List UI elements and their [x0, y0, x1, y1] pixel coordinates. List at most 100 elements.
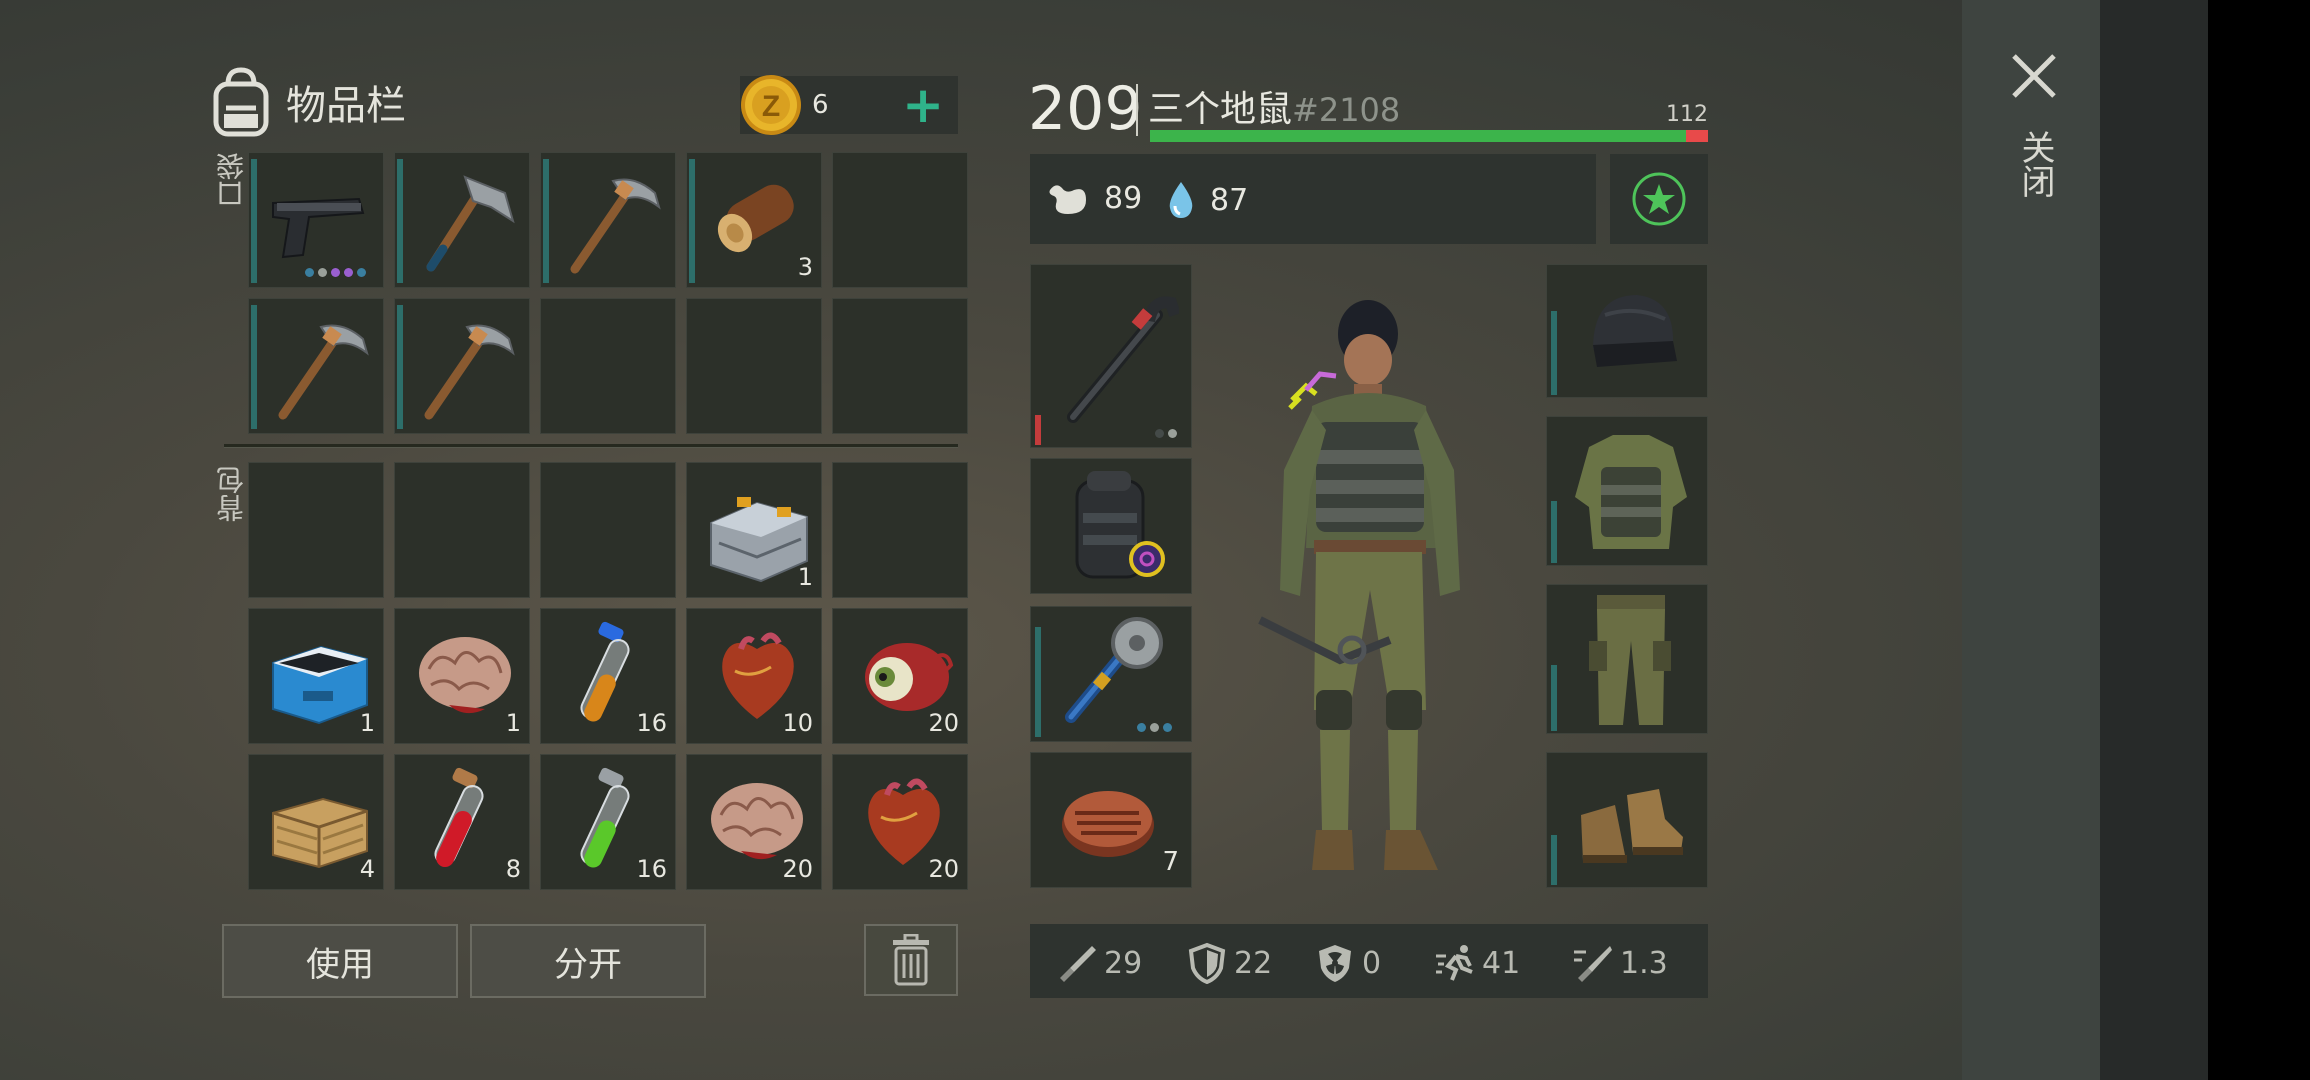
delete-button[interactable]: [864, 924, 958, 996]
inventory-slot[interactable]: 10: [686, 608, 822, 744]
inventory-title: 物品栏: [286, 83, 406, 129]
trash-icon: [893, 934, 929, 986]
item-quantity: 1: [359, 709, 375, 737]
attack-speed-stat: 1.3: [1572, 942, 1668, 984]
log-icon: [717, 184, 794, 253]
character-name-text: 三个地鼠: [1148, 89, 1293, 130]
backpack-label: 背包: [215, 466, 248, 522]
inventory-slot[interactable]: 1: [686, 462, 822, 598]
durability-bar: [1551, 311, 1557, 395]
water-drop-icon: [1169, 182, 1193, 218]
inventory-slot[interactable]: 1: [248, 608, 384, 744]
side-panel-dark: [2100, 0, 2208, 1080]
radiation-shield-icon: [1319, 945, 1351, 982]
health-bar-fill: [1150, 130, 1686, 142]
coin-counter: Z 6 +: [740, 75, 958, 135]
inventory-slot[interactable]: [248, 298, 384, 434]
crate-icon: [272, 797, 368, 869]
character-id: #2108: [1292, 91, 1401, 129]
food-slot[interactable]: 7: [1030, 752, 1192, 888]
inventory-slot[interactable]: 3: [686, 152, 822, 288]
body-slot[interactable]: [1546, 416, 1708, 566]
item-quantity: 20: [928, 709, 959, 737]
inventory-header: 物品栏: [210, 62, 406, 142]
hunger-status: 89: [1046, 180, 1142, 216]
red-vial-icon: [434, 767, 484, 868]
steak-icon: [1062, 791, 1154, 857]
use-button[interactable]: 使用: [222, 924, 458, 998]
defense-value: 22: [1234, 945, 1273, 981]
empty-inventory-slot[interactable]: [832, 462, 968, 598]
item-quantity: 1: [505, 709, 521, 737]
head-slot[interactable]: [1546, 264, 1708, 398]
item-quantity: 7: [1162, 847, 1179, 877]
durability-bar: [1551, 665, 1557, 731]
radiation-value: 0: [1362, 945, 1382, 981]
health-value: 112: [1666, 102, 1708, 127]
attack-value: 29: [1104, 945, 1143, 981]
feet-slot[interactable]: [1546, 752, 1708, 888]
inventory-slot[interactable]: 20: [686, 754, 822, 890]
close-icon[interactable]: [2008, 50, 2060, 102]
inventory-slot[interactable]: 8: [394, 754, 530, 890]
health-bar: [1150, 130, 1708, 142]
item-quantity: 10: [782, 709, 813, 737]
durability-bar: [1551, 835, 1557, 885]
item-quantity: 1: [797, 563, 813, 591]
hunger-value: 89: [1104, 180, 1143, 216]
inventory-slot[interactable]: [394, 298, 530, 434]
empty-inventory-slot[interactable]: [540, 462, 676, 598]
level-separator: [1136, 84, 1138, 136]
pants-icon: [1589, 595, 1671, 725]
inventory-slot[interactable]: [248, 152, 384, 288]
inventory-slot[interactable]: 16: [540, 754, 676, 890]
star-badge-icon: [1632, 172, 1686, 226]
item-quantity: 3: [797, 253, 813, 281]
item-quantity: 8: [505, 855, 521, 883]
legs-slot[interactable]: [1546, 584, 1708, 734]
inventory-slot[interactable]: 20: [832, 754, 968, 890]
brain-icon: [419, 637, 511, 714]
pickaxe-icon: [570, 178, 661, 274]
swift-knife-icon: [1574, 946, 1612, 982]
inventory-slot[interactable]: 16: [540, 608, 676, 744]
speed-stat: 41: [1434, 942, 1520, 984]
cooler-icon: [272, 645, 368, 725]
inventory-slot[interactable]: 20: [832, 608, 968, 744]
empty-inventory-slot[interactable]: [832, 152, 968, 288]
upgrade-dots: [1137, 723, 1172, 732]
attack-stat: 29: [1056, 942, 1142, 984]
melee-weapon-slot[interactable]: [1030, 606, 1192, 742]
empty-inventory-slot[interactable]: [540, 298, 676, 434]
split-button[interactable]: 分开: [470, 924, 706, 998]
empty-inventory-slot[interactable]: [394, 462, 530, 598]
knife-icon: [1060, 946, 1096, 982]
inventory-slot[interactable]: 1: [394, 608, 530, 744]
empty-inventory-slot[interactable]: [248, 462, 384, 598]
item-quantity: 16: [636, 709, 667, 737]
empty-inventory-slot[interactable]: [686, 298, 822, 434]
boots-icon: [1581, 789, 1683, 863]
item-quantity: 4: [359, 855, 375, 883]
stomach-icon: [1049, 185, 1086, 214]
pickaxe-icon: [424, 324, 515, 420]
thirst-status: 87: [1166, 180, 1248, 220]
weapon-slot-primary[interactable]: [1030, 264, 1192, 448]
favorite-button[interactable]: [1610, 154, 1708, 244]
backpack-slot[interactable]: [1030, 458, 1192, 594]
speed-value: 41: [1482, 945, 1521, 981]
empty-inventory-slot[interactable]: [832, 298, 968, 434]
durability-bar: [1035, 627, 1041, 737]
close-label[interactable]: 关闭: [2010, 130, 2060, 198]
beanie-icon: [1593, 295, 1677, 367]
inventory-slot[interactable]: 4: [248, 754, 384, 890]
axe-icon: [426, 175, 515, 272]
inventory-slot[interactable]: [540, 152, 676, 288]
character-model[interactable]: [1250, 290, 1500, 880]
saw-mace-icon: [1065, 617, 1163, 723]
pistol-icon: [272, 197, 365, 259]
coin-count: 6: [812, 90, 829, 120]
add-coins-button[interactable]: +: [902, 80, 944, 130]
inventory-slot[interactable]: [394, 152, 530, 288]
upgrade-dots: [305, 268, 366, 277]
